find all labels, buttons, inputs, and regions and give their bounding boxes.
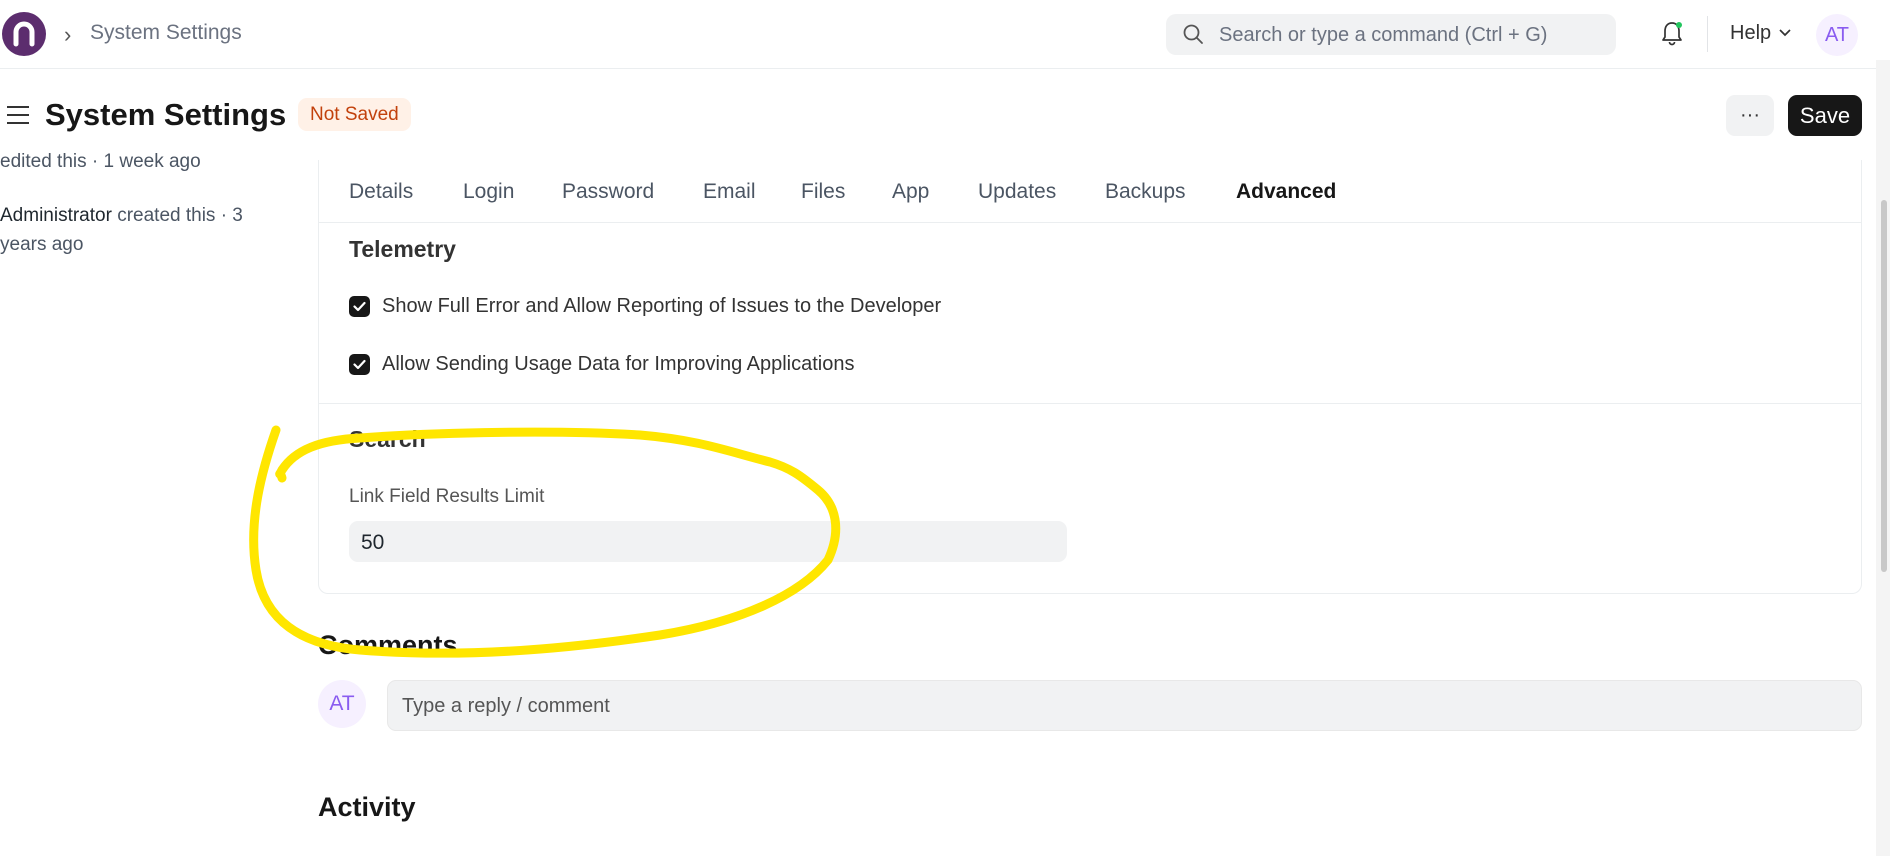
help-menu[interactable]: Help	[1730, 22, 1771, 45]
status-badge: Not Saved	[298, 98, 411, 131]
awesomebar-search[interactable]: Search or type a command (Ctrl + G)	[1166, 14, 1616, 55]
more-actions-button[interactable]: ···	[1726, 95, 1774, 136]
comment-input[interactable]: Type a reply / comment	[387, 680, 1862, 731]
created-by-user[interactable]: Administrator	[0, 205, 112, 226]
comment-placeholder: Type a reply / comment	[402, 695, 610, 717]
activity-heading: Activity	[318, 792, 416, 822]
checkbox-show-full-error[interactable]	[349, 296, 370, 317]
chevron-right-icon: ›	[64, 22, 72, 47]
page-title: System Settings	[45, 97, 287, 132]
notification-bell-icon[interactable]	[1660, 20, 1684, 48]
checkmark-icon	[353, 359, 366, 370]
tab-updates[interactable]: Updates	[978, 180, 1056, 204]
hamburger-menu-icon[interactable]	[6, 104, 30, 126]
tab-app[interactable]: App	[892, 180, 929, 204]
checkbox-label-show-full-error: Show Full Error and Allow Reporting of I…	[382, 295, 942, 317]
user-avatar[interactable]: AT	[1816, 14, 1858, 56]
checkbox-row-usage-data[interactable]: Allow Sending Usage Data for Improving A…	[349, 353, 854, 376]
checkbox-label-usage-data: Allow Sending Usage Data for Improving A…	[382, 353, 855, 375]
comments-heading: Comments	[318, 630, 458, 660]
breadcrumb-system-settings[interactable]: System Settings	[90, 21, 242, 45]
tab-password[interactable]: Password	[562, 180, 654, 204]
tab-advanced[interactable]: Advanced	[1236, 180, 1336, 204]
section-title-search: Search	[349, 426, 426, 452]
tab-backups[interactable]: Backups	[1105, 180, 1186, 204]
chevron-down-icon[interactable]	[1778, 28, 1792, 38]
tab-files[interactable]: Files	[801, 180, 845, 204]
link-field-results-limit-input[interactable]: 50	[349, 521, 1067, 562]
checkmark-icon	[353, 301, 366, 312]
tab-details[interactable]: Details	[349, 180, 413, 204]
navbar-divider	[1707, 16, 1708, 52]
search-icon	[1183, 24, 1203, 44]
form-card: Details Login Password Email Files App U…	[318, 160, 1862, 594]
form-tabs: Details Login Password Email Files App U…	[319, 160, 1861, 223]
comment-avatar: AT	[318, 680, 366, 728]
sidebar-edited-info: edited this · 1 week ago	[0, 151, 201, 172]
search-placeholder: Search or type a command (Ctrl + G)	[1219, 24, 1548, 46]
sidebar-created-info: Administrator created this · 3 years ago	[0, 201, 260, 259]
section-divider	[319, 403, 1861, 404]
checkbox-usage-data[interactable]	[349, 354, 370, 375]
logo-icon	[13, 21, 35, 47]
link-field-results-limit-label: Link Field Results Limit	[349, 486, 545, 507]
section-title-telemetry: Telemetry	[349, 236, 456, 262]
top-navbar: › System Settings Search or type a comma…	[0, 0, 1890, 69]
tab-login[interactable]: Login	[463, 180, 514, 204]
link-field-results-limit-value: 50	[361, 531, 385, 554]
tab-email[interactable]: Email	[703, 180, 756, 204]
app-logo[interactable]	[2, 12, 46, 56]
checkbox-row-show-full-error[interactable]: Show Full Error and Allow Reporting of I…	[349, 295, 941, 318]
save-button[interactable]: Save	[1788, 95, 1862, 136]
scrollbar-thumb[interactable]	[1881, 200, 1887, 572]
